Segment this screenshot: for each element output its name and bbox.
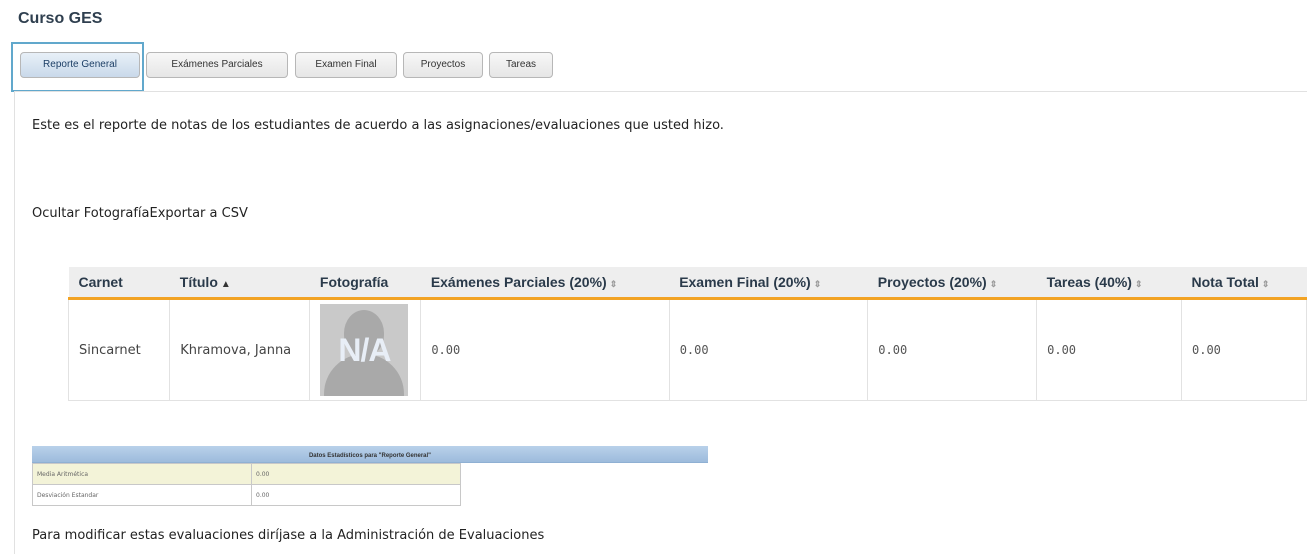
sort-icon: ⇕ [1134,279,1143,289]
grades-header-row: Carnet Título ▲ Fotografía Exámenes Parci… [68,267,1307,300]
course-title: Curso GES [18,10,103,27]
sort-ascending-icon: ▲ [220,279,231,290]
report-description: Este es el reporte de notas de los estud… [32,118,724,133]
footer-instructions: Para modificar estas evaluaciones diríja… [32,528,545,543]
tab-proyectos[interactable]: Proyectos [403,52,483,78]
cell-carnet: Sincarnet [67,298,171,401]
photo-na-label: N/A [338,332,391,368]
cell-fotografia: N/A [309,298,422,401]
report-actions: Ocultar FotografíaExportar a CSV [32,206,248,221]
stats-label-desviacion: Desviación Estandar [32,484,252,506]
tab-tareas[interactable]: Tareas [489,52,553,78]
panel-border-left [14,92,15,554]
cell-total: 0.00 [1181,298,1307,401]
stats-panel: Datos Estadísticos para "Reporte General… [32,446,708,506]
stats-row: Desviación Estandar 0.00 [32,484,461,506]
cell-tareas: 0.00 [1036,298,1182,401]
cell-parciales: 0.00 [420,298,670,401]
student-photo-placeholder: N/A [320,304,409,396]
hide-photo-link[interactable]: Ocultar Fotografía [32,206,150,221]
stats-row: Media Aritmética 0.00 [32,463,461,485]
sort-icon: ⇕ [609,279,618,289]
header-proyectos[interactable]: Proyectos (20%) ⇕ [867,267,1037,300]
stats-label-media: Media Aritmética [32,463,252,485]
header-tareas[interactable]: Tareas (40%) ⇕ [1036,267,1182,300]
sort-icon: ⇕ [813,279,822,289]
tab-examen-final[interactable]: Examen Final [295,52,397,78]
cell-proyectos: 0.00 [867,298,1038,401]
stats-value-media: 0.00 [251,463,461,485]
sort-icon: ⇕ [989,279,998,289]
header-fotografia: Fotografía [309,267,421,300]
export-csv-link[interactable]: Exportar a CSV [150,206,248,221]
stats-title: Datos Estadísticos para "Reporte General… [32,446,708,463]
tab-reporte-general[interactable]: Reporte General [20,52,140,78]
header-titulo[interactable]: Título ▲ [169,267,310,300]
cell-nombre: Khramova, Janna [169,298,311,401]
stats-table: Media Aritmética 0.00 Desviación Estanda… [32,463,461,506]
cell-final: 0.00 [669,298,869,401]
header-nota-total[interactable]: Nota Total ⇕ [1181,267,1307,300]
sort-icon: ⇕ [1261,279,1270,289]
header-examen-final[interactable]: Examen Final (20%) ⇕ [669,267,868,300]
grades-table: Carnet Título ▲ Fotografía Exámenes Parci… [67,267,1307,401]
stats-value-desviacion: 0.00 [251,484,461,506]
tab-examenes-parciales[interactable]: Exámenes Parciales [146,52,288,78]
header-examenes-parciales[interactable]: Exámenes Parciales (20%) ⇕ [420,267,670,300]
table-row: Sincarnet Khramova, Janna N/A 0.00 0.00 … [67,298,1307,401]
panel-border-top [14,91,1307,92]
header-carnet[interactable]: Carnet [68,267,170,300]
